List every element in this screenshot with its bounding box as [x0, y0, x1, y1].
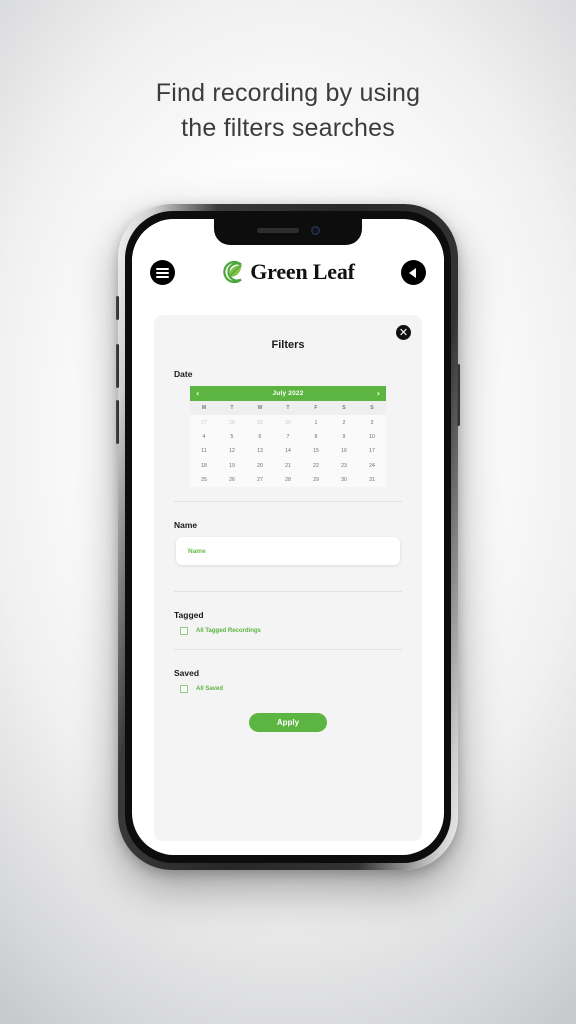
calendar-day[interactable]: 1 — [302, 415, 330, 429]
calendar-weekday-2: W — [257, 405, 263, 412]
calendar-day[interactable]: 14 — [274, 444, 302, 458]
calendar-header: ‹ July 2022 › — [190, 386, 386, 401]
calendar-month-year: July 2022 — [272, 390, 304, 397]
calendar-day: 29 — [257, 419, 263, 426]
calendar-next-month-button[interactable]: › — [377, 389, 380, 398]
calendar-day[interactable]: 30 — [330, 473, 358, 487]
section-label-name: Name — [174, 520, 198, 531]
brand-name: Green Leaf — [250, 259, 355, 284]
calendar-day[interactable]: 26 — [218, 473, 246, 487]
filters-panel: ✕ Filters Date ‹ July 2022 › MTWTFSS 27 2… — [154, 315, 422, 841]
phone-mockup: Green Leaf ✕ Filters Date ‹ July 2022 › … — [116, 204, 460, 870]
chevron-left-icon — [408, 267, 416, 278]
calendar-day[interactable]: 20 — [246, 459, 274, 473]
divider-name — [174, 591, 402, 593]
calendar-day[interactable]: 11 — [190, 444, 218, 458]
tagged-checkbox-label: All Tagged Recordings — [196, 628, 261, 635]
calendar-day[interactable]: 17 — [358, 444, 386, 458]
calendar-weekday-1: T — [230, 405, 234, 412]
headline-line-1: Find recording by using — [155, 79, 421, 107]
tagged-checkbox-row[interactable]: All Tagged Recordings — [174, 627, 402, 636]
calendar-day[interactable]: 7 — [274, 430, 302, 444]
calendar-day[interactable]: 4 — [190, 430, 218, 444]
app-brand: Green Leaf — [221, 259, 355, 285]
tagged-checkbox[interactable] — [180, 627, 188, 636]
calendar-day[interactable]: 9 — [330, 430, 358, 444]
phone-power-button[interactable] — [457, 364, 460, 426]
calendar-day[interactable]: 5 — [218, 430, 246, 444]
name-input-placeholder: Name — [188, 547, 206, 555]
calendar-day[interactable]: 12 — [218, 444, 246, 458]
phone-notch — [214, 219, 362, 245]
section-label-tagged: Tagged — [174, 610, 204, 621]
calendar-day[interactable]: 15 — [302, 444, 330, 458]
calendar-day[interactable]: 27 — [246, 473, 274, 487]
back-button[interactable] — [400, 260, 426, 285]
calendar-day[interactable]: 29 — [302, 473, 330, 487]
name-input[interactable]: Name — [176, 537, 400, 566]
phone-screen: Green Leaf ✕ Filters Date ‹ July 2022 › … — [132, 219, 444, 855]
calendar-day[interactable]: 2 — [330, 415, 358, 429]
calendar-day[interactable]: 28 — [274, 473, 302, 487]
saved-checkbox-row[interactable]: All Saved — [174, 685, 402, 694]
close-icon[interactable]: ✕ — [396, 325, 411, 340]
calendar-day[interactable]: 13 — [246, 444, 274, 458]
calendar-day[interactable]: 24 — [358, 459, 386, 473]
calendar-day: 30 — [285, 419, 291, 426]
apply-button-wrapper: Apply — [174, 713, 402, 733]
page-headline: Find recording by using the filters sear… — [0, 76, 576, 146]
calendar-day[interactable]: 19 — [218, 459, 246, 473]
phone-volume-up[interactable] — [116, 344, 119, 388]
calendar-day[interactable]: 21 — [274, 459, 302, 473]
saved-checkbox[interactable] — [180, 685, 188, 694]
phone-mute-switch[interactable] — [116, 296, 119, 320]
divider-tagged — [174, 649, 402, 651]
section-label-saved: Saved — [174, 668, 200, 679]
panel-title: Filters — [271, 339, 305, 351]
close-glyph: ✕ — [398, 326, 409, 339]
calendar-day[interactable]: 10 — [358, 430, 386, 444]
phone-bezel: Green Leaf ✕ Filters Date ‹ July 2022 › … — [125, 211, 451, 863]
saved-checkbox-label: All Saved — [196, 686, 224, 693]
headline-line-2: the filters searches — [181, 114, 395, 142]
green-leaf-logo-icon — [223, 260, 242, 284]
phone-volume-down[interactable] — [116, 400, 119, 444]
calendar-day[interactable]: 25 — [190, 473, 218, 487]
hamburger-menu-icon[interactable] — [150, 260, 175, 285]
calendar-weekday-row: MTWTFSS — [190, 401, 386, 416]
calendar-day: 27 — [201, 419, 207, 426]
hamburger-lines — [156, 267, 169, 278]
calendar-weekday-0: M — [201, 405, 207, 412]
date-calendar[interactable]: ‹ July 2022 › MTWTFSS 27 28 29 30 1 2 3 4 5 6 7 8 9 1… — [190, 386, 386, 488]
calendar-weekday-3: T — [286, 405, 290, 412]
apply-button[interactable]: Apply — [249, 713, 327, 733]
calendar-day[interactable]: 8 — [302, 430, 330, 444]
divider-date — [174, 501, 402, 503]
calendar-day[interactable]: 3 — [358, 415, 386, 429]
calendar-weekday-6: S — [370, 405, 374, 412]
calendar-prev-month-button[interactable]: ‹ — [196, 389, 199, 398]
section-label-date: Date — [174, 369, 193, 379]
front-camera-icon — [310, 225, 320, 235]
calendar-day[interactable]: 18 — [190, 459, 218, 473]
calendar-day[interactable]: 16 — [330, 444, 358, 458]
calendar-day[interactable]: 31 — [358, 473, 386, 487]
calendar-day[interactable]: 22 — [302, 459, 330, 473]
calendar-day[interactable]: 6 — [246, 430, 274, 444]
calendar-weekday-5: S — [342, 405, 346, 412]
calendar-weekday-4: F — [314, 405, 318, 412]
calendar-day[interactable]: 23 — [330, 459, 358, 473]
calendar-day: 28 — [229, 419, 235, 426]
earpiece-speaker-icon — [256, 227, 299, 233]
calendar-day-grid[interactable]: 27 28 29 30 1 2 3 4 5 6 7 8 9 10 11 12 13 14 15 16 17 18 19 20 2… — [190, 415, 386, 487]
